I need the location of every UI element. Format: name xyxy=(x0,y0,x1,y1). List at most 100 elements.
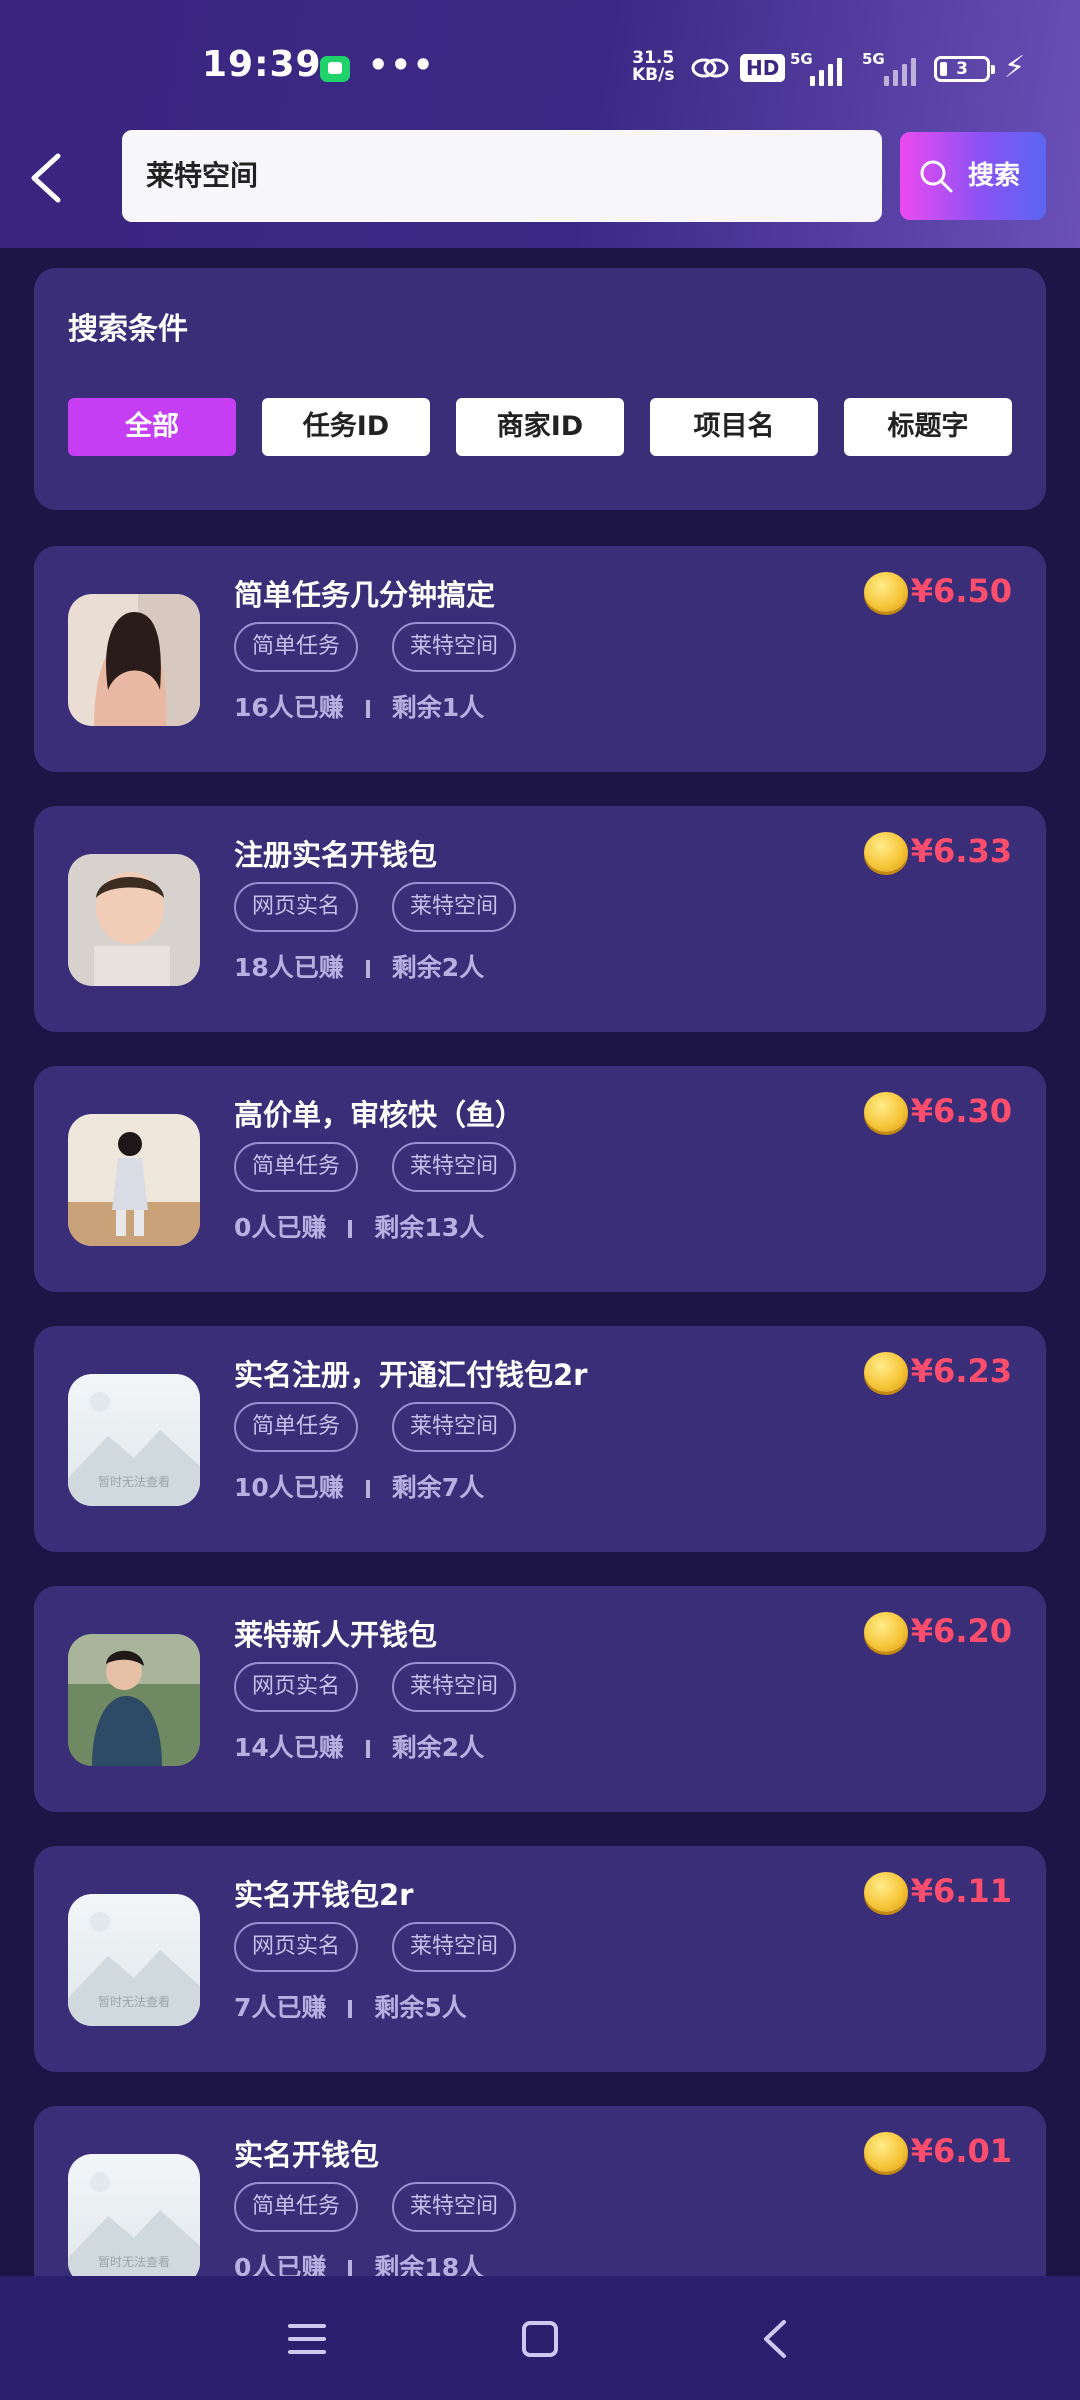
filter-option-merchant-id[interactable]: 商家ID xyxy=(456,398,624,456)
coin-icon xyxy=(864,2132,908,2172)
stats-divider xyxy=(365,960,370,978)
task-tag: 网页实名 xyxy=(234,882,359,932)
task-card[interactable]: 简单任务几分钟搞定 简单任务 莱特空间 16人已赚 剩余1人 ¥6.50 xyxy=(34,546,1046,772)
task-title: 高价单，审核快（鱼） xyxy=(234,1098,525,1132)
hotspot-link-icon xyxy=(691,58,729,78)
task-tag: 莱特空间 xyxy=(392,622,517,672)
stats-divider xyxy=(348,1220,353,1238)
task-price: ¥6.11 xyxy=(910,1872,1012,1910)
network-speed: 31.5 KB/s xyxy=(632,48,675,85)
remaining-count: 剩余5人 xyxy=(374,1993,467,2022)
back-arrow-icon[interactable] xyxy=(24,150,68,206)
filter-option-project-name[interactable]: 项目名 xyxy=(650,398,818,456)
placeholder-text: 暂时无法查看 xyxy=(97,1475,170,1489)
task-stats: 16人已赚 剩余1人 xyxy=(234,688,484,724)
wechat-notification-icon xyxy=(320,56,350,82)
earned-count: 18人已赚 xyxy=(234,953,344,982)
earned-count: 0人已赚 xyxy=(234,1213,327,1242)
signal-strength-2-icon: 5G xyxy=(862,50,926,86)
task-tag: 简单任务 xyxy=(234,1142,359,1192)
task-tag: 莱特空间 xyxy=(392,1922,517,1972)
stats-divider xyxy=(365,1480,370,1498)
task-price: ¥6.01 xyxy=(910,2132,1012,2170)
task-title: 实名开钱包 xyxy=(234,2138,380,2172)
task-card[interactable]: 暂时无法查看 实名注册，开通汇付钱包2r 简单任务 莱特空间 10人已赚 剩余7人… xyxy=(34,1326,1046,1552)
task-price: ¥6.20 xyxy=(910,1612,1012,1650)
top-header: 19:39 ••• 31.5 KB/s HD 5G 5G 3 ⚡ 莱特空间 搜索 xyxy=(0,0,1080,248)
menu-icon[interactable] xyxy=(282,2314,332,2364)
task-tag: 简单任务 xyxy=(234,1402,359,1452)
coin-icon xyxy=(864,832,908,872)
charging-icon: ⚡ xyxy=(1004,50,1026,85)
task-tag: 莱特空间 xyxy=(392,1662,517,1712)
hd-voice-icon: HD xyxy=(740,54,786,82)
task-tag: 莱特空间 xyxy=(392,1142,517,1192)
status-bar: 19:39 ••• 31.5 KB/s HD 5G 5G 3 ⚡ xyxy=(0,0,1080,130)
coin-icon xyxy=(864,1352,908,1392)
task-stats: 18人已赚 剩余2人 xyxy=(234,948,484,984)
task-thumbnail xyxy=(68,1634,200,1766)
nav-back-icon[interactable] xyxy=(750,2314,800,2364)
task-tag: 网页实名 xyxy=(234,1662,359,1712)
search-icon xyxy=(920,160,953,193)
task-title: 实名注册，开通汇付钱包2r xyxy=(234,1358,588,1392)
task-thumbnail xyxy=(68,594,200,726)
more-notifications-icon: ••• xyxy=(368,46,436,84)
earned-count: 10人已赚 xyxy=(234,1473,344,1502)
placeholder-text: 暂时无法查看 xyxy=(97,1995,170,2009)
filter-option-task-id[interactable]: 任务ID xyxy=(262,398,430,456)
task-title: 注册实名开钱包 xyxy=(234,838,438,872)
task-tag: 网页实名 xyxy=(234,1922,359,1972)
remaining-count: 剩余2人 xyxy=(391,953,485,982)
filter-option-all[interactable]: 全部 xyxy=(68,398,236,456)
filter-option-title-text[interactable]: 标题字 xyxy=(844,398,1012,456)
system-navigation-bar xyxy=(0,2276,1080,2400)
task-tag: 莱特空间 xyxy=(392,882,517,932)
task-tag: 莱特空间 xyxy=(392,2182,517,2232)
task-thumbnail xyxy=(68,854,200,986)
earned-count: 14人已赚 xyxy=(234,1733,344,1762)
task-title: 简单任务几分钟搞定 xyxy=(234,578,496,612)
task-thumbnail xyxy=(68,1114,200,1246)
thumbnail-placeholder-icon: 暂时无法查看 xyxy=(68,2154,200,2286)
task-price: ¥6.23 xyxy=(910,1352,1012,1390)
search-button-label: 搜索 xyxy=(968,161,1021,191)
task-price: ¥6.33 xyxy=(910,832,1012,870)
task-price: ¥6.50 xyxy=(910,572,1012,610)
placeholder-text: 暂时无法查看 xyxy=(97,2255,170,2269)
task-stats: 0人已赚 剩余13人 xyxy=(234,1208,484,1244)
task-title: 莱特新人开钱包 xyxy=(234,1618,438,1652)
task-stats: 7人已赚 剩余5人 xyxy=(234,1988,467,2024)
home-icon[interactable] xyxy=(515,2314,565,2364)
stats-divider xyxy=(365,1740,370,1758)
task-card[interactable]: 注册实名开钱包 网页实名 莱特空间 18人已赚 剩余2人 ¥6.33 xyxy=(34,806,1046,1032)
search-button[interactable]: 搜索 xyxy=(900,132,1046,220)
coin-icon xyxy=(864,1872,908,1912)
filter-title: 搜索条件 xyxy=(68,312,188,347)
remaining-count: 剩余7人 xyxy=(391,1473,485,1502)
task-tag: 简单任务 xyxy=(234,2182,359,2232)
stats-divider xyxy=(365,700,370,718)
task-card[interactable]: 暂时无法查看 实名开钱包2r 网页实名 莱特空间 7人已赚 剩余5人 ¥6.11 xyxy=(34,1846,1046,2072)
coin-icon xyxy=(864,1092,908,1132)
coin-icon xyxy=(864,572,908,612)
earned-count: 7人已赚 xyxy=(234,1993,327,2022)
remaining-count: 剩余1人 xyxy=(391,693,485,722)
task-stats: 10人已赚 剩余7人 xyxy=(234,1468,484,1504)
signal-strength-1-icon: 5G xyxy=(790,50,850,86)
task-title: 实名开钱包2r xyxy=(234,1878,414,1912)
task-price: ¥6.30 xyxy=(910,1092,1012,1130)
remaining-count: 剩余13人 xyxy=(374,1213,485,1242)
remaining-count: 剩余2人 xyxy=(391,1733,485,1762)
search-conditions-panel: 搜索条件 全部 任务ID 商家ID 项目名 标题字 xyxy=(34,268,1046,510)
search-input[interactable]: 莱特空间 xyxy=(122,130,882,222)
task-card[interactable]: 莱特新人开钱包 网页实名 莱特空间 14人已赚 剩余2人 ¥6.20 xyxy=(34,1586,1046,1812)
battery-icon: 3 xyxy=(934,56,995,82)
thumbnail-placeholder-icon: 暂时无法查看 xyxy=(68,1374,200,1506)
coin-icon xyxy=(864,1612,908,1652)
task-tag: 莱特空间 xyxy=(392,1402,517,1452)
task-stats: 14人已赚 剩余2人 xyxy=(234,1728,484,1764)
stats-divider xyxy=(348,2000,353,2018)
task-card[interactable]: 高价单，审核快（鱼） 简单任务 莱特空间 0人已赚 剩余13人 ¥6.30 xyxy=(34,1066,1046,1292)
earned-count: 16人已赚 xyxy=(234,693,344,722)
